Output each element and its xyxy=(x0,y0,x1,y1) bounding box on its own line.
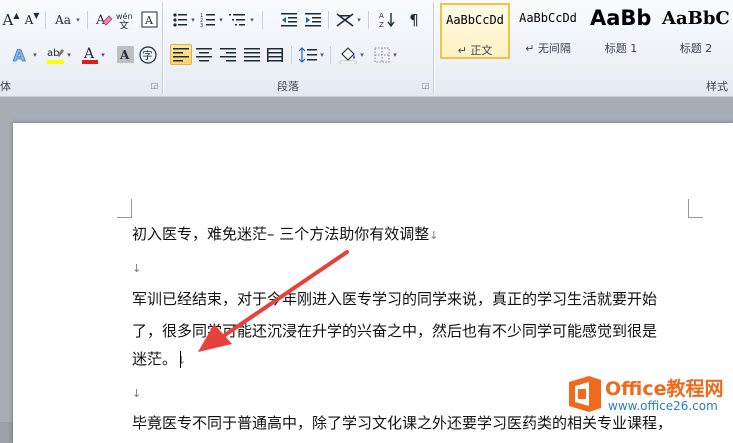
watermark-logo: Office教程网 www.office26.com xyxy=(565,372,733,422)
watermark-url: www.office26.com xyxy=(608,399,718,413)
annotation-arrow xyxy=(198,250,349,352)
watermark-brand: Office教程网 xyxy=(605,378,724,400)
office-logo-icon xyxy=(569,376,601,412)
